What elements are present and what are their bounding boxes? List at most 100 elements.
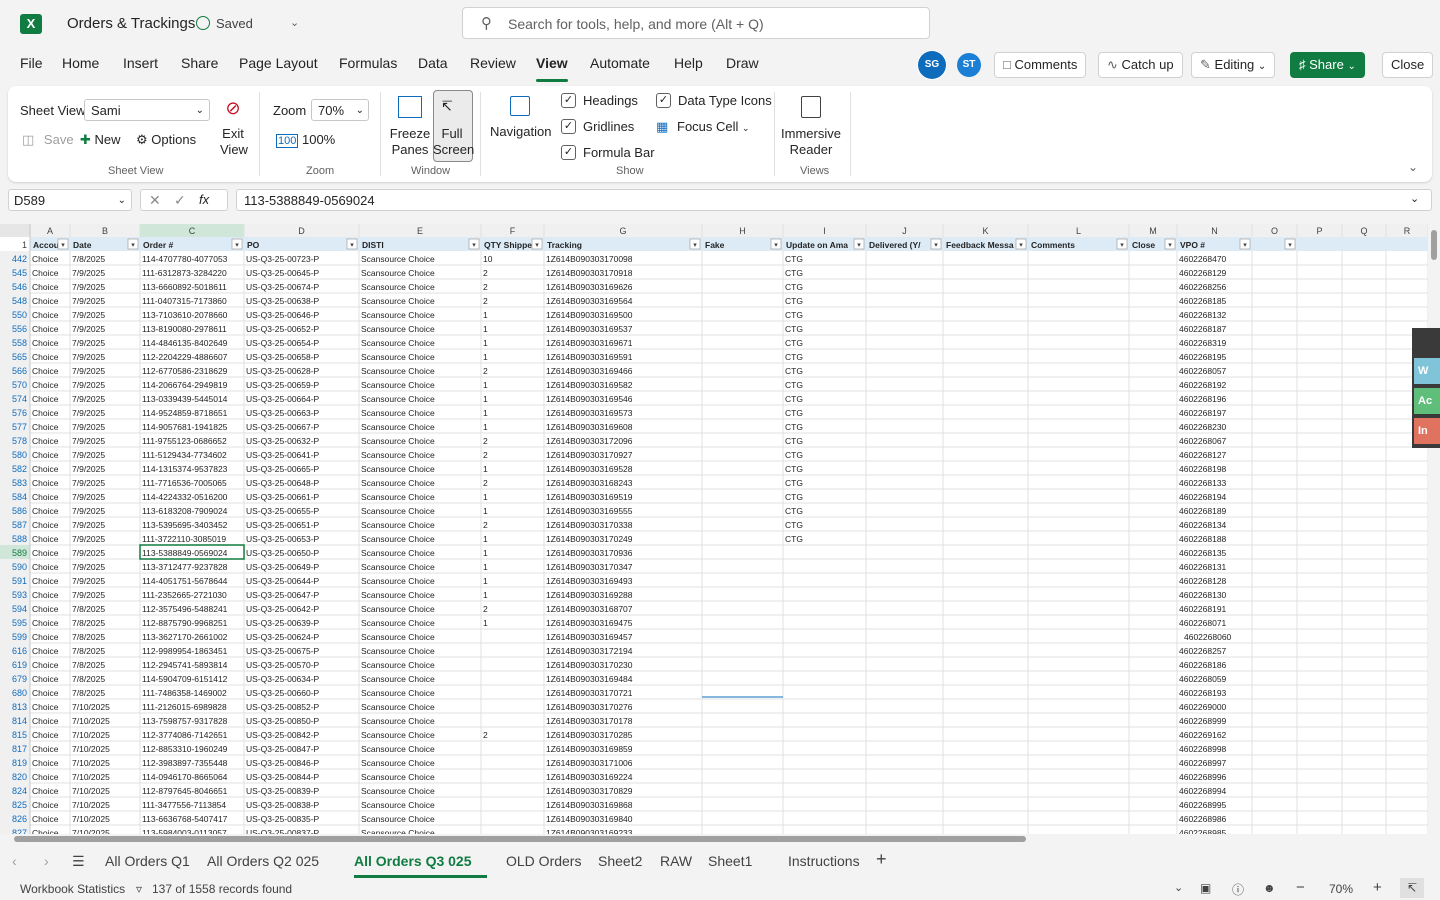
cell[interactable]: 2 <box>483 450 488 460</box>
cell[interactable]: 7/8/2025 <box>72 688 105 698</box>
row-header[interactable]: 820 <box>12 772 27 782</box>
cell[interactable]: Choice <box>32 380 59 390</box>
cell[interactable]: 1Z614B090303169591 <box>546 352 633 362</box>
horizontal-scrollbar[interactable] <box>0 834 1440 844</box>
cell[interactable]: CTG <box>785 408 803 418</box>
cell[interactable]: CTG <box>785 366 803 376</box>
zoom-100-button[interactable]: 100 100% <box>276 132 335 148</box>
cell[interactable]: 7/9/2025 <box>72 436 105 446</box>
cell[interactable]: 7/9/2025 <box>72 478 105 488</box>
sheet-tab[interactable]: All Orders Q2 025 <box>207 853 319 869</box>
cell[interactable]: 112-8875790-9968251 <box>142 618 228 628</box>
column-header[interactable]: F <box>510 226 516 236</box>
cell[interactable]: Choice <box>32 786 59 796</box>
cell[interactable]: 114-0946170-8665064 <box>142 772 228 782</box>
cell[interactable]: 2 <box>483 478 488 488</box>
cell[interactable]: 114-4846135-8402649 <box>142 338 228 348</box>
cell[interactable]: Scansource Choice <box>361 450 435 460</box>
cell[interactable]: 7/10/2025 <box>72 758 110 768</box>
catch-up-button[interactable]: ∿ Catch up <box>1098 52 1183 78</box>
cell[interactable]: Scansource Choice <box>361 660 435 670</box>
cell[interactable]: 7/9/2025 <box>72 366 105 376</box>
cell[interactable]: Scansource Choice <box>361 422 435 432</box>
cell[interactable]: Scansource Choice <box>361 772 435 782</box>
cell[interactable]: US-Q3-25-00839-P <box>246 786 320 796</box>
zoom-out-icon[interactable]: − <box>1296 879 1305 896</box>
cell[interactable]: US-Q3-25-00842-P <box>246 730 320 740</box>
avatar[interactable]: SG <box>920 53 944 77</box>
cell[interactable]: Choice <box>32 576 59 586</box>
cell[interactable]: 2 <box>483 604 488 614</box>
add-sheet-icon[interactable]: + <box>876 849 887 870</box>
cell[interactable]: 2 <box>483 282 488 292</box>
cell[interactable]: 7/10/2025 <box>72 800 110 810</box>
cell[interactable]: 7/9/2025 <box>72 296 105 306</box>
cell[interactable]: 4602268998 <box>1179 744 1227 754</box>
cell[interactable]: Choice <box>32 492 59 502</box>
cell[interactable]: 7/9/2025 <box>72 534 105 544</box>
sheet-tab[interactable]: All Orders Q3 025 <box>354 853 472 869</box>
cell[interactable]: 111-0407315-7173860 <box>142 296 227 306</box>
cell[interactable]: 112-3983897-7355448 <box>142 758 228 768</box>
cell[interactable]: 4602268256 <box>1179 282 1227 292</box>
cell[interactable]: Choice <box>32 744 59 754</box>
column-header[interactable]: K <box>982 226 988 236</box>
cell[interactable]: 114-1315374-9537823 <box>142 464 228 474</box>
cell[interactable]: Choice <box>32 324 59 334</box>
cell[interactable]: 1 <box>483 618 488 628</box>
enter-check-icon[interactable]: ✓ <box>174 192 186 209</box>
row-header[interactable]: 588 <box>12 534 27 544</box>
cell[interactable]: 1Z614B090303170249 <box>546 534 633 544</box>
cell[interactable]: 4602268995 <box>1179 800 1227 810</box>
column-header[interactable]: E <box>417 226 423 236</box>
cell[interactable]: 1Z614B090303169582 <box>546 380 633 390</box>
cell[interactable]: 4602268230 <box>1179 422 1227 432</box>
sheet-tab[interactable]: Sheet2 <box>598 853 642 869</box>
cell[interactable]: US-Q3-25-00632-P <box>246 436 320 446</box>
cell[interactable]: 7/9/2025 <box>72 268 105 278</box>
cell[interactable]: 4602268195 <box>1179 352 1227 362</box>
cell[interactable]: 4602268128 <box>1179 576 1227 586</box>
cell[interactable]: 1 <box>483 506 488 516</box>
share-button[interactable]: ♯ Share ⌄ <box>1290 52 1365 78</box>
cell[interactable]: US-Q3-25-00663-P <box>246 408 320 418</box>
cell[interactable]: 113-6636768-5407417 <box>142 814 228 824</box>
cell[interactable]: Scansource Choice <box>361 338 435 348</box>
cell[interactable]: 4602268198 <box>1179 464 1227 474</box>
cell[interactable]: Choice <box>32 814 59 824</box>
cell[interactable]: US-Q3-25-00847-P <box>246 744 320 754</box>
cell[interactable]: 4602268191 <box>1179 604 1227 614</box>
cell[interactable]: 111-9755123-0686652 <box>142 436 227 446</box>
row-header[interactable]: 566 <box>12 366 27 376</box>
cell[interactable]: 113-7598757-9317828 <box>142 716 228 726</box>
cell[interactable]: Scansource Choice <box>361 786 435 796</box>
cell[interactable]: US-Q3-25-00653-P <box>246 534 320 544</box>
cell[interactable]: Scansource Choice <box>361 702 435 712</box>
cell[interactable]: 4602268129 <box>1179 268 1227 278</box>
zoom-dropdown[interactable]: 70% ⌄ <box>311 99 369 121</box>
cell[interactable]: US-Q3-25-00650-P <box>246 548 320 558</box>
cell[interactable]: 113-6660892-5018611 <box>142 282 227 292</box>
cell[interactable]: CTG <box>785 352 803 362</box>
cell[interactable]: 7/8/2025 <box>72 618 105 628</box>
cell[interactable]: US-Q3-25-00649-P <box>246 562 320 572</box>
cell[interactable]: 1Z614B090303169671 <box>546 338 633 348</box>
cell[interactable]: US-Q3-25-00628-P <box>246 366 320 376</box>
column-header[interactable]: O <box>1271 226 1278 236</box>
row-header[interactable]: 824 <box>12 786 27 796</box>
cell[interactable]: 7/10/2025 <box>72 772 110 782</box>
cell[interactable]: US-Q3-25-00638-P <box>246 296 320 306</box>
cell[interactable]: Scansource Choice <box>361 324 435 334</box>
row-header[interactable]: 577 <box>12 422 27 432</box>
cell[interactable]: Scansource Choice <box>361 380 435 390</box>
cell[interactable]: 111-7486358-1469002 <box>142 688 227 698</box>
cell[interactable]: 1Z614B090303170936 <box>546 548 633 558</box>
row-header[interactable]: 819 <box>12 758 27 768</box>
cell[interactable]: US-Q3-25-00644-P <box>246 576 320 586</box>
cell[interactable]: 1Z614B090303169484 <box>546 674 633 684</box>
cell[interactable]: 4602268319 <box>1179 338 1227 348</box>
cell[interactable]: Scansource Choice <box>361 296 435 306</box>
cell[interactable]: 1Z614B090303169475 <box>546 618 633 628</box>
cell[interactable]: Scansource Choice <box>361 548 435 558</box>
row-header[interactable]: 680 <box>12 688 27 698</box>
